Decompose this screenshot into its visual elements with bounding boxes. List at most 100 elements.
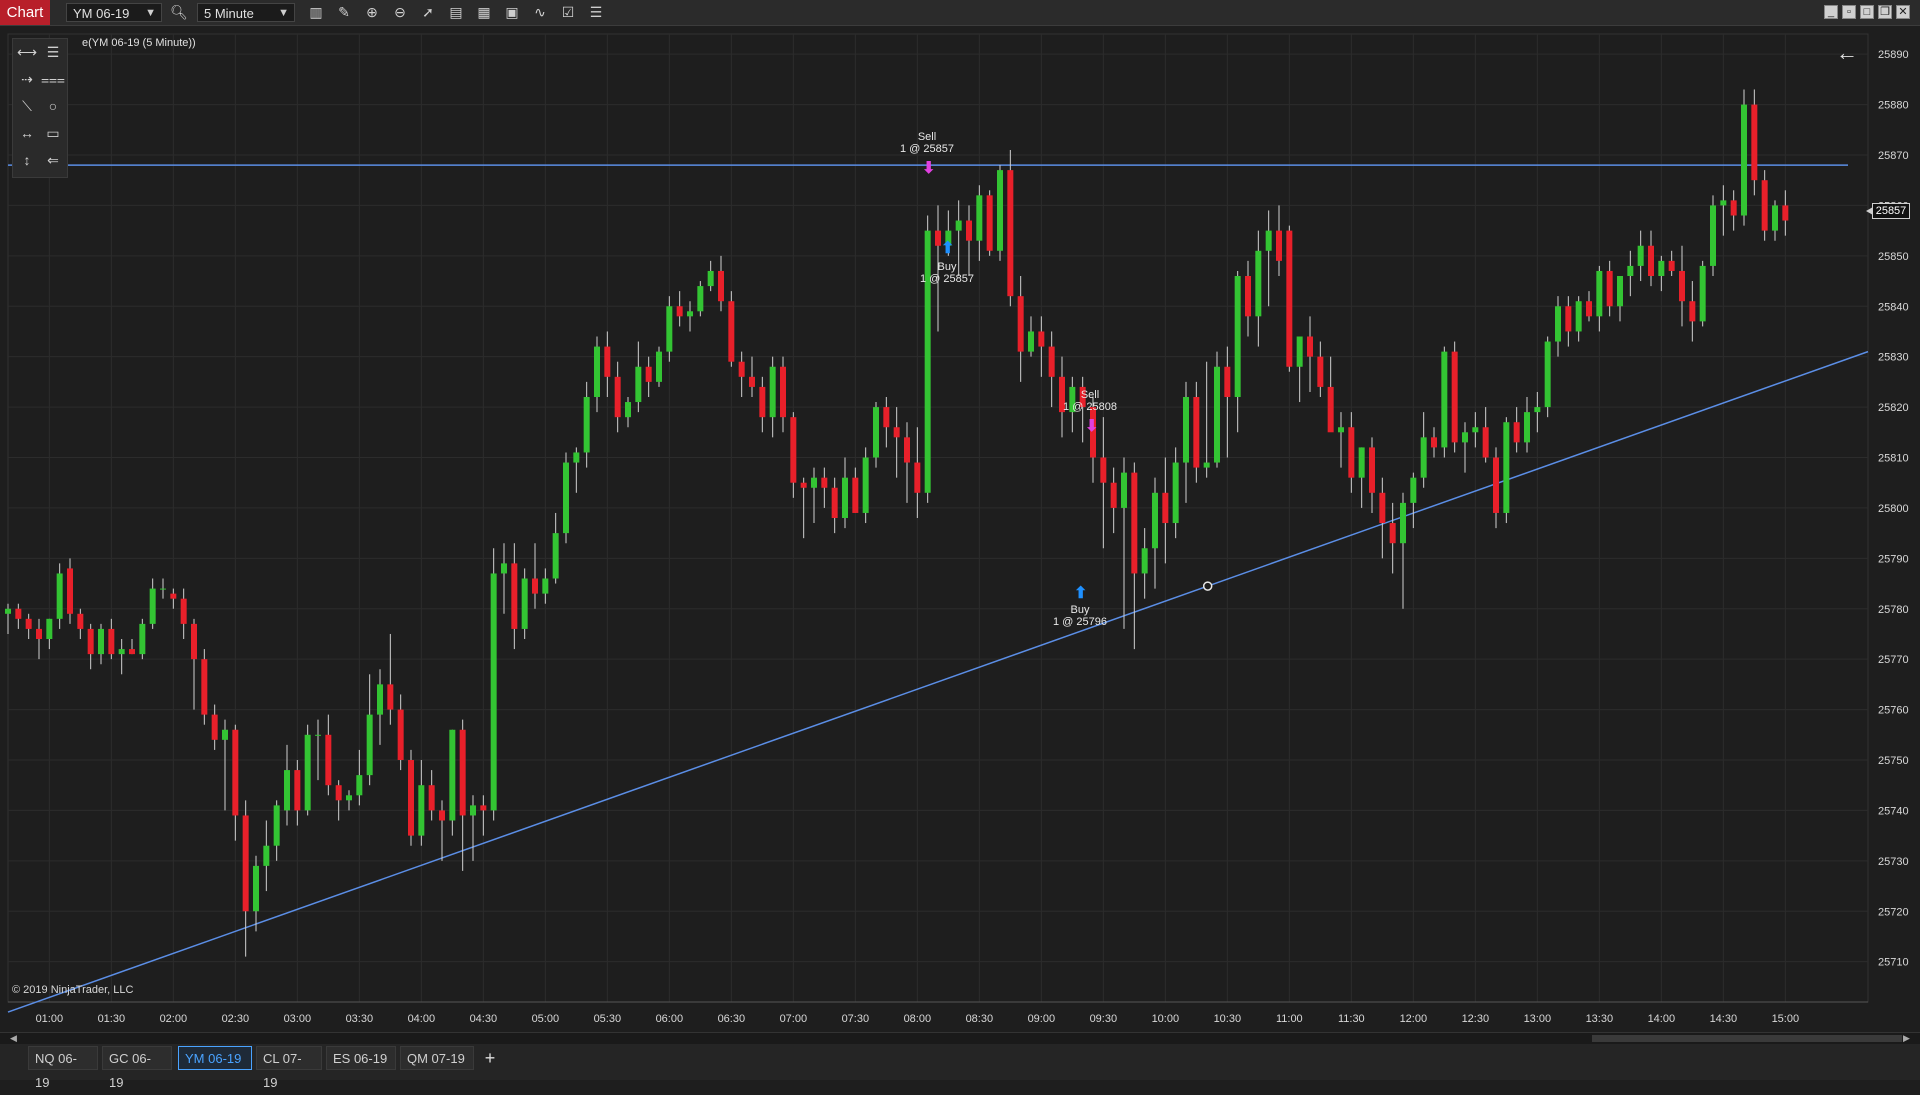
tab-cl[interactable]: CL 07-19 <box>256 1046 322 1090</box>
candle-body <box>552 533 559 579</box>
extended-line-icon[interactable]: ⇢ <box>15 68 39 90</box>
copyright-text: © 2019 NinjaTrader, LLC <box>12 984 134 996</box>
candle-body <box>366 714 373 776</box>
line-icon[interactable]: ⟍ <box>15 95 39 117</box>
price-chart[interactable]: 25710 25720 25730 25740 25750 25760 25770 25780… <box>0 26 1920 1032</box>
candle-body <box>335 785 342 801</box>
time-tick-label: 03:30 <box>346 1013 374 1025</box>
candle <box>986 190 993 256</box>
price-tick-label: 25740 <box>1878 805 1909 817</box>
time-tick-label: 05:00 <box>532 1013 560 1025</box>
plot-background <box>7 33 1869 1003</box>
candle-body <box>294 770 301 811</box>
tile-button[interactable]: ❐ <box>1878 5 1892 19</box>
tab-qm[interactable]: QM 07-19 <box>400 1046 474 1070</box>
candle-body <box>222 729 228 740</box>
buy-arrow-icon: ⬆ <box>1074 585 1088 602</box>
minimize-button[interactable]: _ <box>1824 5 1838 19</box>
time-tick-label: 14:00 <box>1648 1013 1676 1025</box>
candle-body <box>1524 412 1530 443</box>
horizontal-ray-icon[interactable]: ⟷ <box>15 41 39 63</box>
candle-body <box>408 760 414 836</box>
scroll-right-icon[interactable]: ▶ <box>1903 1033 1910 1044</box>
tab-nq[interactable]: NQ 06-19 <box>28 1046 98 1090</box>
candle-body <box>1761 180 1768 231</box>
ellipse-icon[interactable]: ○ <box>41 95 65 117</box>
candle-body <box>346 795 352 801</box>
candle-body <box>1307 336 1313 357</box>
candle-body <box>1255 250 1262 317</box>
add-tab-button[interactable]: + <box>480 1048 500 1069</box>
candle-body <box>738 361 745 377</box>
trendline-anchor-handle <box>1202 581 1213 591</box>
time-tick-label: 02:00 <box>160 1013 188 1025</box>
candle-body <box>1265 230 1272 251</box>
candle <box>1441 346 1448 458</box>
candle-body <box>666 306 673 352</box>
candle-body <box>1100 457 1107 483</box>
back-arrow-icon[interactable]: ← <box>1836 40 1858 66</box>
candle-body <box>211 714 218 740</box>
rectangle-icon[interactable]: ▭ <box>41 122 65 144</box>
candle-body <box>542 578 549 594</box>
candle-body <box>1141 548 1148 574</box>
price-axis: 25710 25720 25730 25740 25750 25760 25770 25780… <box>1878 49 1909 969</box>
price-tick-label: 25850 <box>1878 251 1909 263</box>
candle-body <box>284 770 290 811</box>
lines-icon[interactable]: ☰ <box>41 41 65 63</box>
candle-body <box>1348 427 1355 478</box>
time-tick-label: 10:00 <box>1152 1013 1180 1025</box>
restore-button[interactable]: ▫ <box>1842 5 1856 19</box>
order-side: Sell <box>917 131 937 143</box>
candle-body <box>1741 104 1747 216</box>
candle <box>1751 89 1758 196</box>
tab-es[interactable]: ES 06-19 <box>326 1046 396 1070</box>
zoom-in-icon[interactable]: ⊕ <box>363 4 381 21</box>
candle-body <box>15 608 22 619</box>
scroll-thumb[interactable] <box>1592 1035 1902 1042</box>
tab-gc[interactable]: GC 06-19 <box>102 1046 172 1090</box>
ray-icon[interactable]: ↔ <box>15 122 39 144</box>
templates-icon[interactable]: ▦ <box>475 4 493 21</box>
properties-icon[interactable]: ☑ <box>559 4 577 21</box>
search-icon[interactable]: 🔍︎ <box>170 4 188 21</box>
sell-arrow-icon: ⬇ <box>1085 418 1099 435</box>
interval-selector[interactable]: 5 Minute ▼ <box>197 3 295 22</box>
indicators-icon[interactable]: ∿ <box>531 4 549 21</box>
fib-icon[interactable]: ⩶ <box>41 68 65 90</box>
pointer-icon[interactable]: ➚ <box>419 4 437 21</box>
time-tick-label: 07:00 <box>780 1013 808 1025</box>
data-box-icon[interactable]: ▤ <box>447 4 465 21</box>
candle-body <box>1121 472 1127 508</box>
candle-body <box>98 628 104 655</box>
candle-body <box>170 593 177 599</box>
candle-body <box>5 608 11 614</box>
strategies-icon[interactable]: ▣ <box>503 4 521 21</box>
close-button[interactable]: ✕ <box>1896 5 1910 19</box>
price-tick-label: 25770 <box>1878 654 1909 666</box>
bars-icon[interactable]: ▥ <box>307 4 325 21</box>
candle-body <box>583 397 590 453</box>
tool-arrow-icon[interactable]: ⇐ <box>41 149 65 171</box>
order-label-sell-1: Sell 1 @ 25857 <box>887 131 967 155</box>
time-tick-label: 04:30 <box>470 1013 498 1025</box>
scroll-left-icon[interactable]: ◀ <box>10 1033 17 1044</box>
pencil-icon[interactable]: ✎ <box>335 4 353 21</box>
time-tick-label: 14:30 <box>1710 1013 1738 1025</box>
price-tick-label: 25750 <box>1878 755 1909 767</box>
maximize-button[interactable]: □ <box>1860 5 1874 19</box>
instrument-selector[interactable]: YM 06-19 ▼ <box>66 3 162 22</box>
candle-body <box>1389 523 1396 544</box>
order-side: Buy <box>937 261 957 273</box>
tab-ym[interactable]: YM 06-19 <box>178 1046 252 1070</box>
zoom-out-icon[interactable]: ⊖ <box>391 4 409 21</box>
time-tick-label: 09:30 <box>1090 1013 1118 1025</box>
chart-window-tab[interactable]: Chart <box>0 0 50 25</box>
candle-body <box>511 563 518 629</box>
candle-body <box>1369 447 1375 493</box>
candle-body <box>1017 296 1024 352</box>
candle-body <box>459 729 466 816</box>
vertical-line-icon[interactable]: ↕ <box>15 149 39 171</box>
candle-body <box>1172 462 1179 524</box>
list-icon[interactable]: ☰ <box>587 4 605 21</box>
